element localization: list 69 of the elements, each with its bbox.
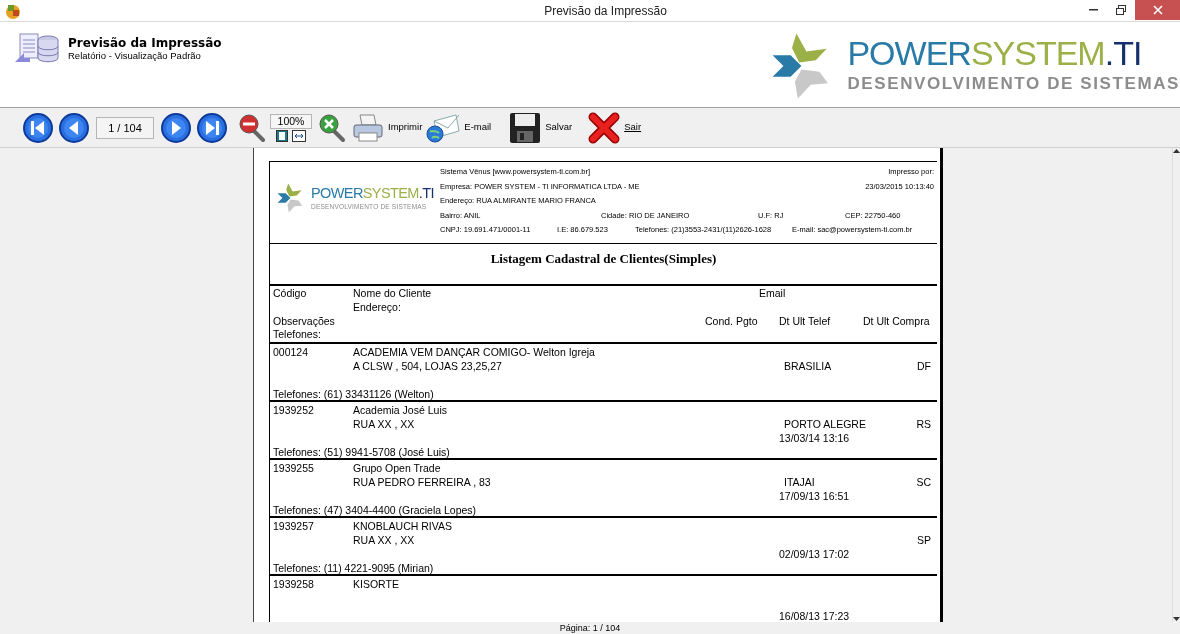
client-name: Grupo Open Trade [353, 461, 442, 475]
column-header: Telefones: [273, 328, 322, 342]
page-status: Página: 1 / 104 [559, 623, 621, 633]
logo-tagline: DESENVOLVIMENTO DE SISTEMAS [847, 73, 1180, 96]
last-purchase-date: 13/03/14 13:16 [779, 431, 851, 445]
client-code: 1939255 [273, 461, 315, 475]
report-title: Listagem Cadastral de Clientes(Simples) [270, 244, 937, 286]
zoom-reset-button[interactable] [318, 112, 346, 143]
column-header: Endereço: [353, 300, 402, 315]
client-phones: Telefones: (61) 33431126 (Welton) [273, 387, 435, 401]
brand-name: POWERSYSTEM.TI [311, 184, 434, 203]
scroll-down-icon [1173, 616, 1180, 622]
client-address: RUA XX , XX [353, 417, 416, 431]
client-code: 1939258 [273, 577, 315, 592]
column-header: Código [273, 287, 308, 301]
client-code: 000124 [273, 345, 310, 359]
client-phones: Telefones: (11) 4221-9095 (Mirian) [273, 561, 435, 575]
email-button[interactable]: E-mail [426, 112, 492, 143]
client-name: Academia José Luis [353, 403, 448, 417]
restore-icon [1116, 5, 1126, 15]
column-header: Dt Ult Compra [863, 314, 931, 329]
fit-page-icon[interactable] [276, 129, 288, 142]
client-state: RS [915, 417, 931, 431]
column-header: Dt Ult Telef [779, 314, 832, 329]
client-state: SP [916, 533, 931, 547]
first-page-button[interactable] [23, 112, 53, 143]
client-name: KNOBLAUCH RIVAS [353, 519, 453, 533]
column-header: Email [759, 287, 787, 301]
client-name: ACADEMIA VEM DANÇAR COMIGO- Welton Igreja [353, 345, 596, 359]
client-state: SC [915, 475, 931, 489]
client-code: 1939252 [273, 403, 315, 417]
page-number-field[interactable]: 1 / 104 [96, 116, 154, 139]
client-phones: Telefones: (47) 3404-4400 (Graciela Lopes) [273, 503, 478, 517]
column-header: Observações [273, 314, 336, 329]
client-address: A CLSW , 504, LOJAS 23,25,27 [353, 359, 503, 373]
column-header: Nome do Cliente [353, 287, 433, 301]
client-address: RUA XX , XX [353, 533, 416, 547]
last-page-button[interactable] [197, 112, 227, 143]
last-purchase-date: 17/09/13 16:51 [779, 489, 851, 503]
header-subtitle: Relatório - Visualização Padrão [68, 50, 202, 62]
client-phones: Telefones: (51) 9941-5708 (José Luis) [273, 445, 451, 459]
last-purchase-date: 02/09/13 17:02 [779, 547, 851, 561]
x-mark-icon [588, 111, 621, 144]
close-icon [1152, 5, 1163, 15]
client-state: DF [916, 359, 931, 373]
last-purchase-date: 16/08/13 17:23 [779, 609, 851, 622]
zoom-level-field[interactable]: 100% [270, 113, 312, 129]
fit-width-icon[interactable] [292, 129, 306, 142]
header-title: Previsão da Impressão [68, 36, 222, 50]
scrollbar[interactable] [1172, 148, 1180, 622]
previous-page-button[interactable] [59, 112, 89, 143]
client-address: RUA PEDRO FERREIRA , 83 [353, 475, 492, 489]
print-button[interactable]: Imprimir [352, 112, 423, 143]
column-header: Cond. Pgto [705, 314, 759, 329]
zoom-reset-icon [318, 112, 346, 143]
client-name: KISORTE [353, 577, 400, 592]
window-title: Previsão da Impressão [543, 2, 668, 20]
zoom-out-button[interactable] [238, 112, 266, 143]
envelope-globe-icon [426, 112, 461, 143]
printer-icon [352, 112, 384, 143]
minimize-icon [1088, 9, 1098, 11]
save-button[interactable]: Salvar [509, 111, 573, 144]
client-city: ITAJAI [783, 475, 816, 489]
brand-name: POWERSYSTEM.TI [847, 35, 1143, 72]
next-page-button[interactable] [161, 112, 191, 143]
client-code: 1939257 [273, 519, 315, 533]
zoom-out-icon [238, 112, 266, 143]
exit-button[interactable]: Sair [588, 111, 642, 144]
client-city: BRASILIA [783, 359, 833, 373]
